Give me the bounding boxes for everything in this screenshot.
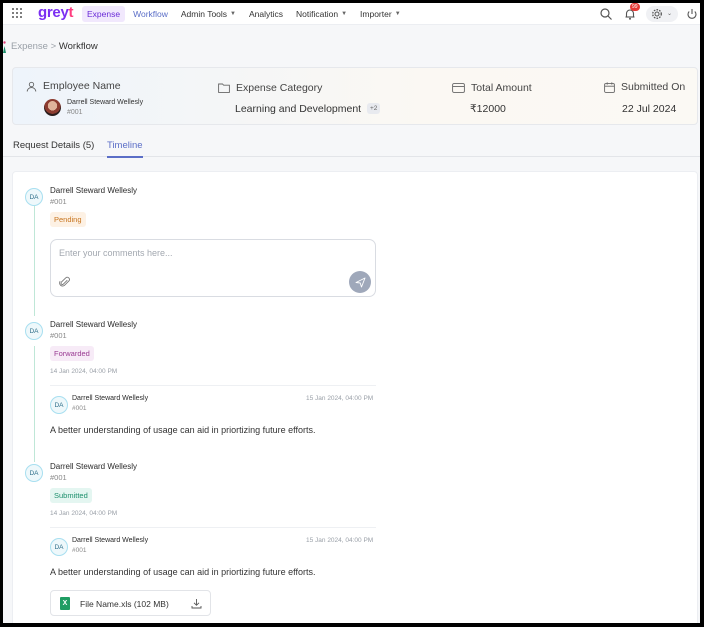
timeline-connector (34, 346, 35, 462)
status-badge: Pending (50, 212, 86, 227)
tab-request-details[interactable]: Request Details (5) (13, 140, 94, 156)
tab-timeline[interactable]: Timeline (107, 140, 143, 158)
brand-logo[interactable]: greyt (38, 4, 73, 21)
chevron-down-icon: ⌄ (667, 11, 673, 17)
timeline-avatar: DA (25, 322, 43, 340)
employee-name-label: Employee Name (26, 80, 121, 92)
app-grid-icon[interactable] (12, 8, 22, 18)
nav-item-admin-tools[interactable]: Admin Tools ▼ (176, 6, 241, 22)
comment-input[interactable] (59, 248, 359, 258)
comment-text: A better understanding of usage can aid … (50, 567, 316, 577)
timeline-actor-id: #001 (50, 473, 67, 482)
calendar-icon (604, 81, 615, 93)
breadcrumb-separator: > (50, 41, 57, 52)
comment-avatar: DA (50, 538, 68, 556)
expense-summary-card: Employee Name Darrell Steward Wellesly #… (12, 67, 698, 125)
nav-item-analytics[interactable]: Analytics (244, 6, 288, 22)
total-amount-value: ₹12000 (470, 103, 506, 115)
nav-menu: Expense Workflow Admin Tools ▼ Analytics … (82, 3, 409, 25)
timeline-date: 14 Jan 2024, 04:00 PM (50, 510, 118, 517)
folder-icon (218, 83, 230, 93)
timeline-actor-name: Darrell Steward Wellesly (50, 462, 137, 471)
comment-author: Darrell Steward Wellesly (72, 537, 149, 544)
comment-box (50, 239, 376, 297)
divider (50, 527, 376, 528)
tab-bar: Request Details (5) Timeline (3, 137, 700, 158)
send-icon (355, 277, 365, 287)
comment-text: A better understanding of usage can aid … (50, 425, 316, 435)
credit-card-icon (452, 83, 465, 93)
search-icon[interactable] (599, 7, 613, 21)
employee-name: Darrell Steward Wellesly (67, 99, 144, 106)
side-marker-icon (3, 41, 6, 53)
status-badge: Forwarded (50, 346, 94, 361)
attachment-chip[interactable]: X File Name.xls (102 MB) (50, 590, 211, 616)
divider (50, 385, 376, 386)
total-amount-label: Total Amount (452, 82, 532, 94)
timeline-actor-id: #001 (50, 331, 67, 340)
chevron-down-icon: ▼ (394, 11, 401, 17)
nav-item-importer[interactable]: Importer ▼ (355, 6, 406, 22)
comment-date: 15 Jan 2024, 04:00 PM (306, 537, 374, 544)
notification-badge: 99 (630, 3, 640, 11)
timeline-date: 14 Jan 2024, 04:00 PM (50, 368, 118, 375)
paperclip-icon[interactable] (59, 276, 71, 288)
submitted-on-value: 22 Jul 2024 (622, 103, 677, 115)
attachment-name: File Name.xls (102 MB) (80, 599, 169, 609)
comment-author-id: #001 (72, 405, 87, 412)
user-icon (26, 81, 37, 92)
breadcrumb-current: Workflow (58, 41, 98, 52)
send-comment-button[interactable] (349, 271, 371, 293)
timeline-actor-id: #001 (50, 197, 67, 206)
status-badge: Submitted (50, 488, 92, 503)
more-categories-chip[interactable]: +2 (367, 103, 381, 114)
nav-item-workflow[interactable]: Workflow (128, 6, 173, 22)
excel-file-icon: X (60, 597, 70, 610)
expense-category-value: Learning and Development (235, 103, 362, 115)
gear-icon (652, 9, 662, 19)
employee-id: #001 (67, 109, 83, 116)
comment-avatar: DA (50, 396, 68, 414)
comment-date: 15 Jan 2024, 04:00 PM (306, 395, 374, 402)
timeline-actor-name: Darrell Steward Wellesly (50, 186, 137, 195)
timeline-avatar: DA (25, 188, 43, 206)
app-window: greyt Expense Workflow Admin Tools ▼ Anal… (3, 3, 700, 623)
download-icon[interactable] (191, 598, 202, 609)
comment-author: Darrell Steward Wellesly (72, 395, 149, 402)
expense-category-label: Expense Category (218, 82, 322, 94)
settings-menu[interactable]: ⌄ (646, 6, 678, 22)
nav-item-expense[interactable]: Expense (82, 6, 126, 22)
breadcrumb-parent[interactable]: Expense (11, 41, 48, 52)
timeline-panel: DA Darrell Steward Wellesly #001 Pending… (12, 171, 698, 623)
power-icon[interactable] (685, 7, 699, 21)
comment-author-id: #001 (72, 547, 87, 554)
submitted-on-label: Submitted On (604, 81, 685, 93)
top-navigation: greyt Expense Workflow Admin Tools ▼ Anal… (3, 3, 700, 25)
chevron-down-icon: ▼ (230, 11, 236, 17)
timeline-actor-name: Darrell Steward Wellesly (50, 320, 137, 329)
timeline-avatar: DA (25, 464, 43, 482)
chevron-down-icon: ▼ (341, 11, 348, 17)
breadcrumb: Expense > Workflow (11, 41, 98, 52)
timeline-connector (34, 204, 35, 316)
nav-item-notification[interactable]: Notification ▼ (291, 6, 352, 22)
employee-avatar (44, 99, 61, 116)
